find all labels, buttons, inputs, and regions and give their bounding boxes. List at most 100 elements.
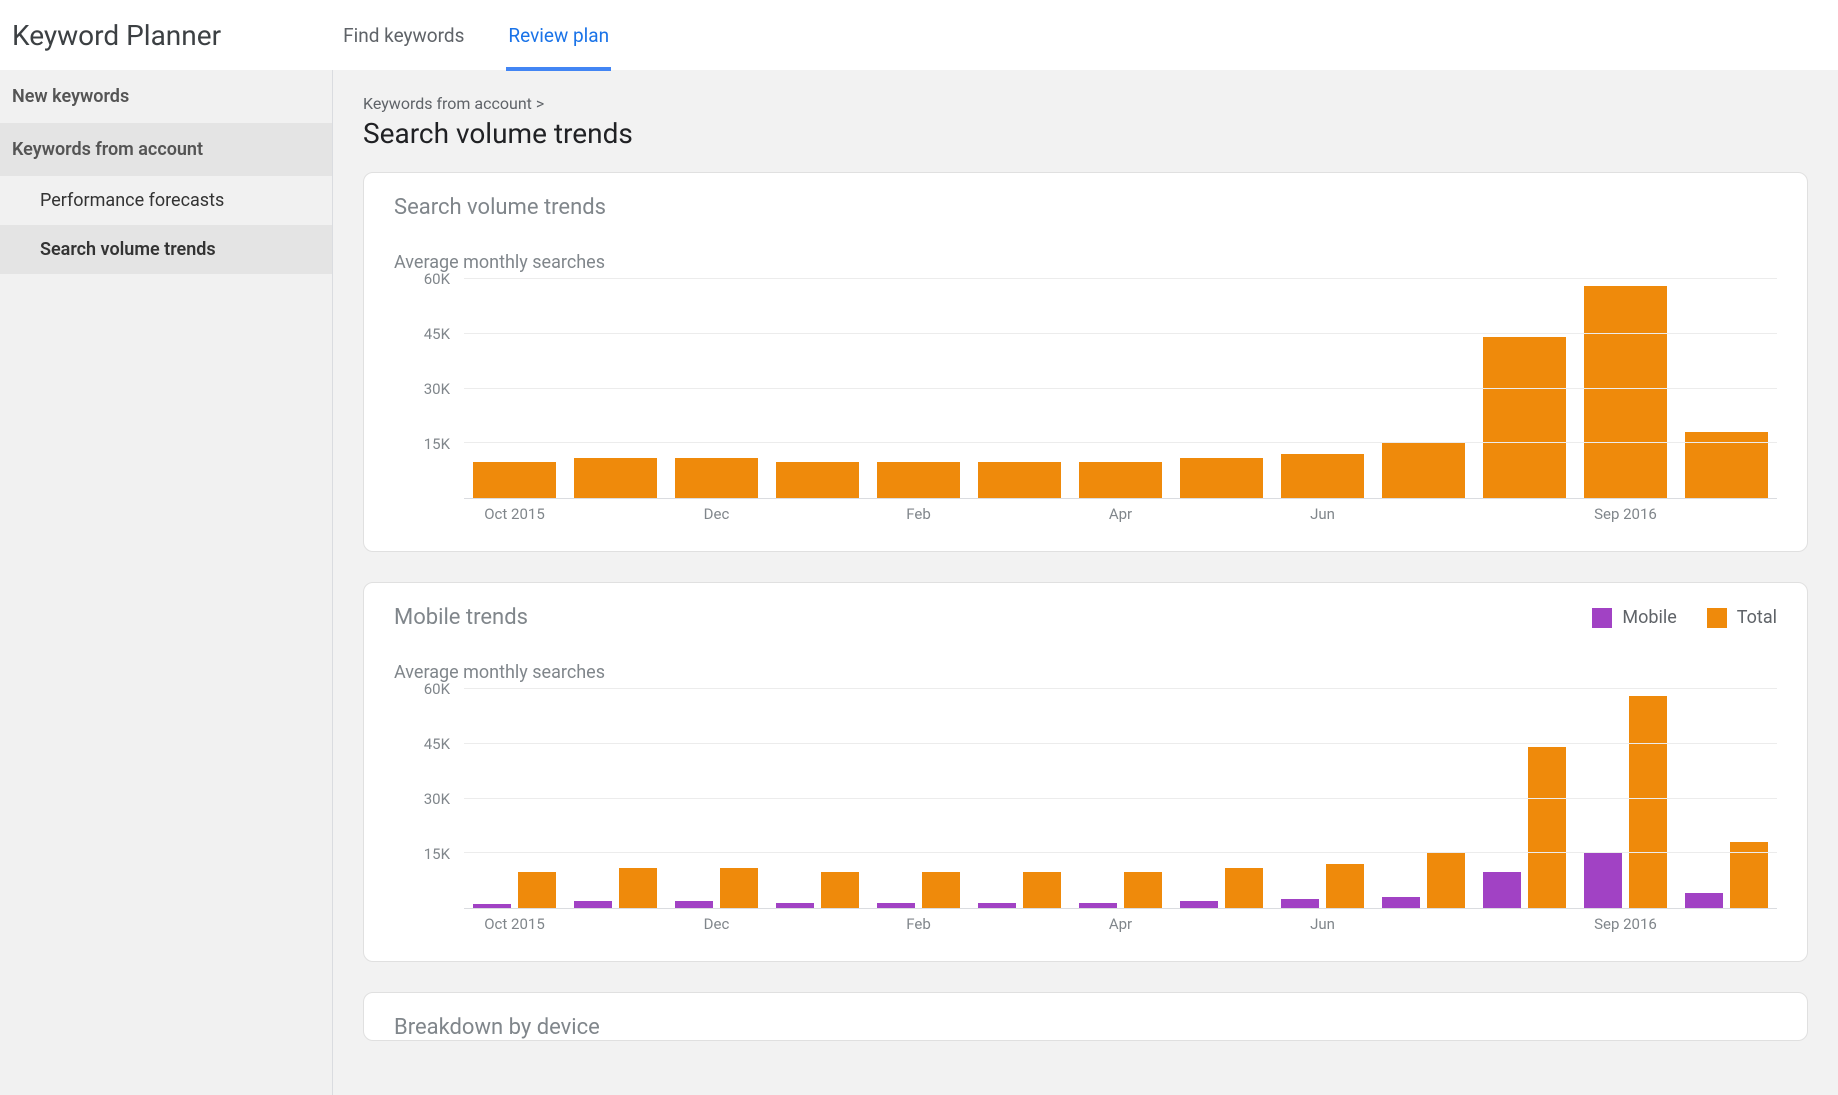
bar-total[interactable] xyxy=(1225,868,1263,908)
header-tab-review-plan[interactable]: Review plan xyxy=(506,0,611,70)
bar-mobile[interactable] xyxy=(1281,899,1319,908)
card-breakdown-by-device: Breakdown by device xyxy=(363,992,1808,1041)
bar-slot xyxy=(969,689,1070,908)
bar-total[interactable] xyxy=(720,868,758,908)
bar-group xyxy=(1575,689,1676,908)
x-tick: Jun xyxy=(1272,915,1373,933)
bar-total[interactable] xyxy=(675,458,758,498)
bar-mobile[interactable] xyxy=(675,901,713,908)
gridline xyxy=(464,278,1777,279)
bar-group xyxy=(464,689,565,908)
bar-mobile[interactable] xyxy=(1180,901,1218,908)
bar-slot xyxy=(1272,689,1373,908)
bar-mobile[interactable] xyxy=(1483,872,1521,908)
sidebar-item-keywords-from-account[interactable]: Keywords from account xyxy=(0,123,332,176)
header-tabs: Find keywords Review plan xyxy=(341,0,611,70)
bar-mobile[interactable] xyxy=(978,903,1016,908)
y-tick: 15K xyxy=(424,435,450,453)
bar-total[interactable] xyxy=(978,462,1061,498)
bar-total[interactable] xyxy=(1023,872,1061,908)
bar-total[interactable] xyxy=(1483,337,1566,498)
bar-total[interactable] xyxy=(1427,853,1465,908)
bar-total[interactable] xyxy=(1629,696,1667,908)
bar-mobile[interactable] xyxy=(1584,853,1622,908)
x-tick xyxy=(767,505,868,523)
gridline xyxy=(464,743,1777,744)
y-tick: 15K xyxy=(424,845,450,863)
bar-slot xyxy=(1171,279,1272,498)
bar-mobile[interactable] xyxy=(473,904,511,908)
bar-slot xyxy=(1373,279,1474,498)
x-tick: Apr xyxy=(1070,915,1171,933)
legend-item-total[interactable]: Total xyxy=(1707,607,1777,628)
header-tab-find-keywords[interactable]: Find keywords xyxy=(341,0,466,70)
bar-mobile[interactable] xyxy=(1079,903,1117,908)
card-title: Breakdown by device xyxy=(394,1015,600,1040)
x-tick xyxy=(969,505,1070,523)
bar-slot xyxy=(1575,279,1676,498)
bar-group xyxy=(666,689,767,908)
bar-group xyxy=(969,689,1070,908)
bar-total[interactable] xyxy=(1326,864,1364,908)
bar-total[interactable] xyxy=(1382,443,1465,498)
x-tick xyxy=(767,915,868,933)
bar-total[interactable] xyxy=(1079,462,1162,498)
bar-slot xyxy=(1474,689,1575,908)
card-title: Mobile trends xyxy=(394,605,528,630)
chart-subtitle: Average monthly searches xyxy=(394,662,1777,683)
bar-slot xyxy=(868,689,969,908)
x-tick: Apr xyxy=(1070,505,1171,523)
bar-group xyxy=(1373,689,1474,908)
x-tick: Dec xyxy=(666,505,767,523)
sidebar-item-performance-forecasts[interactable]: Performance forecasts xyxy=(0,176,332,225)
sidebar-item-new-keywords[interactable]: New keywords xyxy=(0,70,332,123)
y-tick: 30K xyxy=(424,380,450,398)
y-tick: 60K xyxy=(424,270,450,288)
bar-group xyxy=(767,689,868,908)
bar-total[interactable] xyxy=(1180,458,1263,498)
bar-total[interactable] xyxy=(1281,454,1364,498)
x-tick xyxy=(1171,915,1272,933)
bar-total[interactable] xyxy=(1528,747,1566,908)
bar-mobile[interactable] xyxy=(1382,897,1420,908)
sidebar-item-search-volume-trends[interactable]: Search volume trends xyxy=(0,225,332,274)
bar-mobile[interactable] xyxy=(1685,893,1723,908)
x-tick: Sep 2016 xyxy=(1575,505,1676,523)
legend-label: Total xyxy=(1737,607,1777,628)
bar-slot xyxy=(1171,689,1272,908)
bar-group xyxy=(1171,689,1272,908)
header: Keyword Planner Find keywords Review plan xyxy=(0,0,1838,70)
gridline xyxy=(464,852,1777,853)
x-tick xyxy=(969,915,1070,933)
bar-group xyxy=(1070,689,1171,908)
bar-slot xyxy=(1070,279,1171,498)
sidebar: New keywordsKeywords from accountPerform… xyxy=(0,70,333,1095)
bar-total[interactable] xyxy=(473,462,556,498)
breadcrumb[interactable]: Keywords from account > xyxy=(363,94,1808,113)
bar-mobile[interactable] xyxy=(776,903,814,908)
page-title: Search volume trends xyxy=(363,117,1808,150)
bar-total[interactable] xyxy=(574,458,657,498)
bar-group xyxy=(565,689,666,908)
bar-total[interactable] xyxy=(619,868,657,908)
x-tick xyxy=(1474,505,1575,523)
bar-total[interactable] xyxy=(1124,872,1162,908)
chart-subtitle: Average monthly searches xyxy=(394,252,1777,273)
bar-slot xyxy=(666,689,767,908)
bar-total[interactable] xyxy=(1584,286,1667,498)
bar-total[interactable] xyxy=(922,872,960,908)
bar-slot xyxy=(1676,279,1777,498)
bar-slot xyxy=(767,689,868,908)
bar-slot xyxy=(868,279,969,498)
bar-total[interactable] xyxy=(821,872,859,908)
bar-slot xyxy=(666,279,767,498)
bar-slot xyxy=(1272,279,1373,498)
bar-mobile[interactable] xyxy=(877,903,915,908)
bar-mobile[interactable] xyxy=(574,901,612,908)
chart-mobile-trends: 60K45K30K15K Oct 2015DecFebAprJunSep 201… xyxy=(394,689,1777,933)
bar-total[interactable] xyxy=(518,872,556,908)
app-title: Keyword Planner xyxy=(12,19,221,52)
legend-item-mobile[interactable]: Mobile xyxy=(1592,607,1676,628)
bar-total[interactable] xyxy=(776,462,859,498)
bar-total[interactable] xyxy=(877,462,960,498)
